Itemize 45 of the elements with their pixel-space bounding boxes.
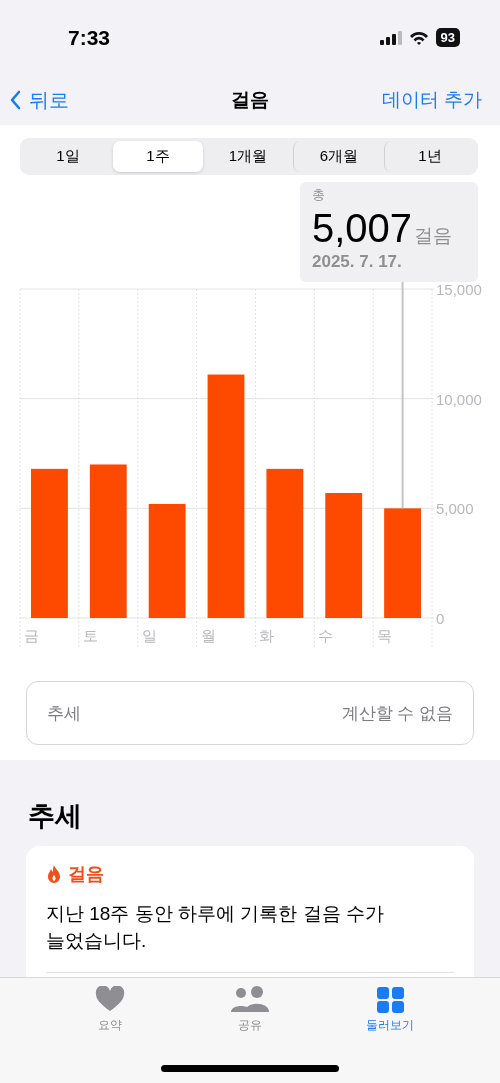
axis-day-label: 수: [318, 627, 334, 644]
tooltip-unit: 걸음: [414, 224, 453, 248]
tooltip-date: 2025. 7. 17.: [312, 252, 403, 272]
card-text: 지난 18주 동안 하루에 기록한 걸음 수가 늘었습니다.: [46, 902, 385, 953]
trend-row[interactable]: 추세 계산할 수 없음: [26, 681, 474, 745]
segment-tab[interactable]: 1년: [384, 141, 475, 172]
axis-day-label: 일: [141, 627, 157, 644]
status-time: 7:33: [68, 25, 111, 50]
chart-bar[interactable]: [148, 503, 186, 618]
axis-day-label: 토: [82, 627, 98, 644]
axis-day-label: 화: [259, 627, 275, 644]
battery-level: 93: [435, 28, 460, 47]
trend-value: 계산할 수 없음: [341, 702, 453, 725]
back-button[interactable]: 뒤로: [10, 86, 69, 114]
axis-day-label: 금: [24, 627, 39, 644]
tooltip-label: 총: [312, 186, 326, 204]
segment-tab[interactable]: 1개월: [203, 141, 293, 172]
people-icon: [230, 986, 270, 1013]
flame-icon: [46, 864, 62, 884]
axis-tick-label: 0: [436, 610, 445, 627]
back-chevron-icon: [10, 90, 21, 110]
segment-tab[interactable]: 6개월: [293, 141, 384, 172]
axis-tick-label: 5,000: [436, 500, 474, 518]
add-data-button[interactable]: 데이터 추가: [381, 87, 482, 113]
segment-tab[interactable]: 1일: [23, 141, 113, 172]
grid-icon: [375, 986, 405, 1013]
axis-tick-label: 10,000: [436, 390, 482, 408]
axis-day-label: 월: [200, 627, 216, 644]
chart-bar[interactable]: [207, 374, 245, 618]
chart-bar[interactable]: [266, 468, 304, 618]
wifi-icon: [408, 30, 429, 45]
screen-title: 걸음: [231, 89, 269, 110]
tab-bar-item[interactable]: 둘러보기: [345, 986, 435, 1042]
tooltip-value: 5,007: [312, 206, 413, 250]
chart-bar[interactable]: [325, 493, 363, 618]
axis-day-label: 목: [377, 627, 393, 644]
card-title: 걸음: [68, 863, 104, 886]
chart-bar[interactable]: [89, 464, 127, 618]
trend-card[interactable]: 걸음 지난 18주 동안 하루에 기록한 걸음 수가 늘었습니다.: [26, 846, 474, 977]
segment-tab[interactable]: 1주: [113, 141, 203, 172]
axis-tick-label: 15,000: [436, 281, 482, 298]
section-heading: 추세: [28, 800, 82, 833]
trend-label: 추세: [47, 702, 81, 725]
heart-icon: [95, 986, 125, 1013]
signal-icon: [379, 30, 402, 45]
